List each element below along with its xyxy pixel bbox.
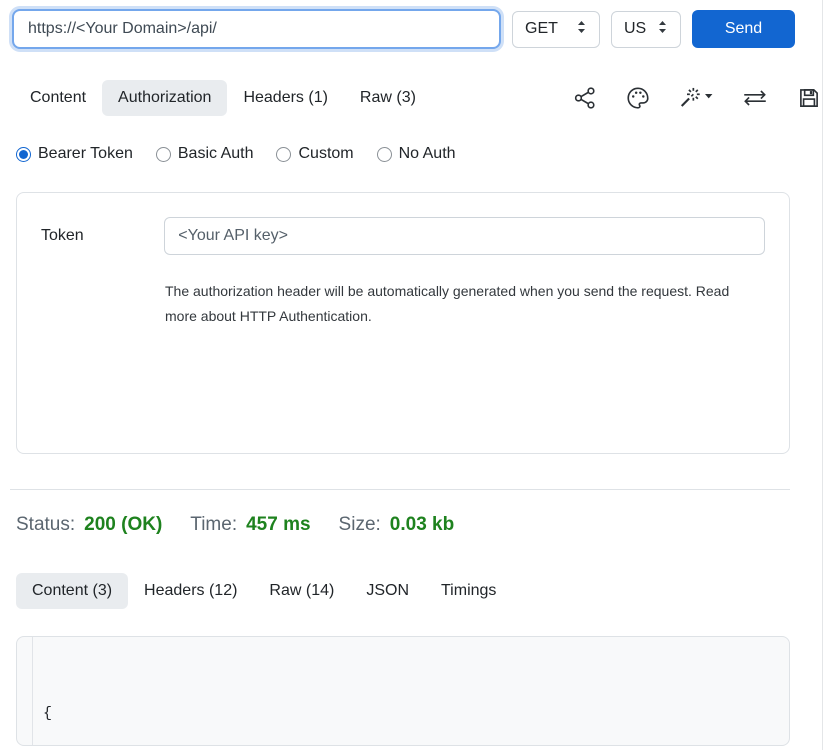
caret-down-icon xyxy=(705,94,712,98)
status-label: Status: xyxy=(16,514,75,536)
save-icon[interactable] xyxy=(796,85,822,111)
auth-panel: Token The authorization header will be a… xyxy=(16,192,790,454)
time-label: Time: xyxy=(190,514,237,536)
swap-arrows-icon[interactable] xyxy=(741,85,769,111)
tab-raw[interactable]: Raw (3) xyxy=(344,80,432,116)
response-status-row: Status: 200 (OK) Time: 457 ms Size: 0.03… xyxy=(16,514,837,536)
token-row: Token xyxy=(41,217,765,255)
radio-icon[interactable] xyxy=(276,147,291,162)
updown-caret-icon xyxy=(576,20,587,39)
auth-option-bearer-token[interactable]: Bearer Token xyxy=(16,145,133,163)
auth-options-row: Bearer Token Basic Auth Custom No Auth xyxy=(16,145,837,163)
page-right-divider xyxy=(822,0,823,750)
tab-authorization[interactable]: Authorization xyxy=(102,80,227,116)
tab-headers[interactable]: Headers (1) xyxy=(227,80,343,116)
url-input[interactable] xyxy=(12,9,501,49)
section-divider xyxy=(10,489,790,490)
token-input[interactable] xyxy=(164,217,765,255)
time-pair: Time: 457 ms xyxy=(190,514,310,536)
radio-selected-icon[interactable] xyxy=(16,147,31,162)
region-select-value: US xyxy=(624,20,646,38)
status-value: 200 (OK) xyxy=(84,514,162,536)
response-tab-raw[interactable]: Raw (14) xyxy=(253,573,350,609)
palette-icon[interactable] xyxy=(625,85,651,111)
status-pair: Status: 200 (OK) xyxy=(16,514,162,536)
auth-option-label: Bearer Token xyxy=(38,145,133,163)
response-tab-json[interactable]: JSON xyxy=(350,573,425,609)
auth-option-label: No Auth xyxy=(399,145,456,163)
request-bar: GET US Send xyxy=(0,0,837,49)
region-select[interactable]: US xyxy=(611,11,681,48)
brace-open: { xyxy=(43,705,52,722)
toolbar-icon-group xyxy=(572,85,822,111)
size-value: 0.03 kb xyxy=(390,514,454,536)
response-json-code: { "message": "API running." } xyxy=(32,637,789,745)
auth-option-basic-auth[interactable]: Basic Auth xyxy=(156,145,254,163)
code-line-open: { xyxy=(43,700,789,727)
api-client-page: GET US Send Content Authorization Header… xyxy=(0,0,837,750)
response-tab-content[interactable]: Content (3) xyxy=(16,573,128,609)
auth-helper-text: The authorization header will be automat… xyxy=(165,279,747,329)
size-label: Size: xyxy=(339,514,381,536)
method-select[interactable]: GET xyxy=(512,11,600,48)
radio-icon[interactable] xyxy=(377,147,392,162)
magic-wand-icon[interactable] xyxy=(678,85,714,111)
request-tabs-row: Content Authorization Headers (1) Raw (3… xyxy=(0,80,837,116)
send-button[interactable]: Send xyxy=(692,10,795,48)
size-pair: Size: 0.03 kb xyxy=(339,514,455,536)
radio-icon[interactable] xyxy=(156,147,171,162)
response-body-block[interactable]: { "message": "API running." } xyxy=(16,636,790,746)
auth-option-label: Basic Auth xyxy=(178,145,254,163)
time-value: 457 ms xyxy=(246,514,310,536)
auth-option-custom[interactable]: Custom xyxy=(276,145,353,163)
response-tabs-row: Content (3) Headers (12) Raw (14) JSON T… xyxy=(0,573,837,609)
response-tab-headers[interactable]: Headers (12) xyxy=(128,573,253,609)
auth-option-no-auth[interactable]: No Auth xyxy=(377,145,456,163)
method-select-value: GET xyxy=(525,20,558,38)
response-tab-timings[interactable]: Timings xyxy=(425,573,512,609)
share-icon[interactable] xyxy=(572,85,598,111)
token-label: Token xyxy=(41,227,164,245)
updown-caret-icon xyxy=(657,20,668,39)
tab-content[interactable]: Content xyxy=(14,80,102,116)
auth-option-label: Custom xyxy=(298,145,353,163)
